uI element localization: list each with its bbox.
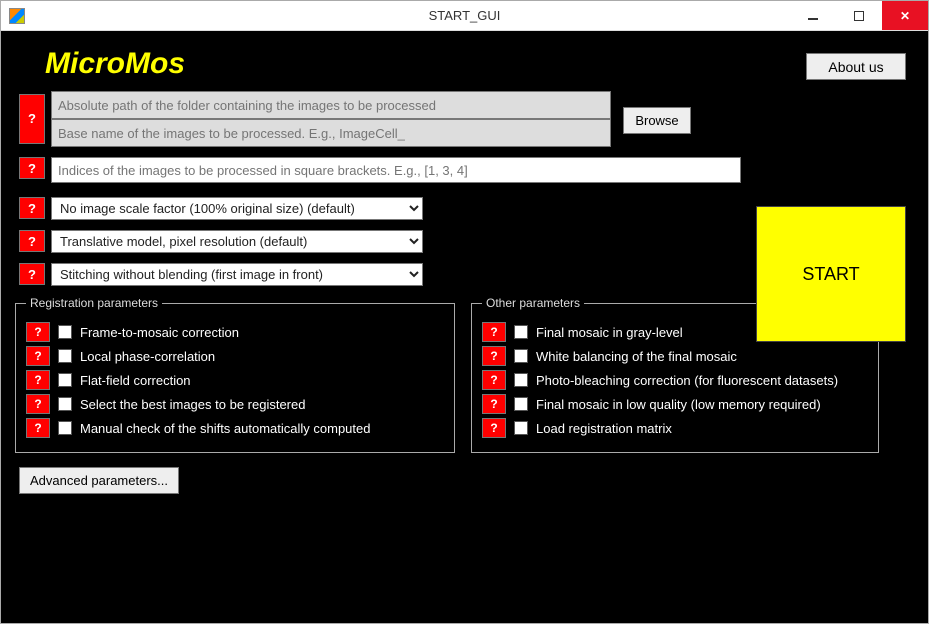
registration-group: Registration parameters ? Frame-to-mosai… [15, 296, 455, 453]
help-scale[interactable]: ? [19, 197, 45, 219]
window-title: START_GUI [429, 8, 501, 23]
other-legend: Other parameters [482, 296, 584, 310]
check-white-balance[interactable] [514, 349, 528, 363]
about-button[interactable]: About us [806, 53, 906, 80]
label-flatfield: Flat-field correction [80, 373, 191, 388]
minimize-button[interactable] [790, 1, 836, 30]
label-select-best: Select the best images to be registered [80, 397, 305, 412]
label-photobleach: Photo-bleaching correction (for fluoresc… [536, 373, 838, 388]
app-icon [9, 8, 25, 24]
help-reg-1[interactable]: ? [26, 346, 50, 366]
app-window: START_GUI ✕ MicroMos About us ? Browse ? [0, 0, 929, 624]
label-lowquality: Final mosaic in low quality (low memory … [536, 397, 821, 412]
check-select-best[interactable] [58, 397, 72, 411]
label-white-balance: White balancing of the final mosaic [536, 349, 737, 364]
help-reg-0[interactable]: ? [26, 322, 50, 342]
check-frame-to-mosaic[interactable] [58, 325, 72, 339]
help-other-1[interactable]: ? [482, 346, 506, 366]
maximize-button[interactable] [836, 1, 882, 30]
titlebar: START_GUI ✕ [1, 1, 928, 31]
label-gray: Final mosaic in gray-level [536, 325, 683, 340]
help-folder-basename[interactable]: ? [19, 94, 45, 144]
app-title: MicroMos [45, 47, 914, 81]
scale-select[interactable]: No image scale factor (100% original siz… [51, 197, 423, 220]
label-manual: Manual check of the shifts automatically… [80, 421, 370, 436]
help-reg-4[interactable]: ? [26, 418, 50, 438]
label-loadmatrix: Load registration matrix [536, 421, 672, 436]
check-lowquality[interactable] [514, 397, 528, 411]
check-photobleach[interactable] [514, 373, 528, 387]
model-select[interactable]: Translative model, pixel resolution (def… [51, 230, 423, 253]
help-reg-2[interactable]: ? [26, 370, 50, 390]
advanced-button[interactable]: Advanced parameters... [19, 467, 179, 494]
check-flatfield[interactable] [58, 373, 72, 387]
help-other-2[interactable]: ? [482, 370, 506, 390]
folder-input[interactable] [51, 91, 611, 119]
indices-input[interactable] [51, 157, 741, 183]
browse-button[interactable]: Browse [623, 107, 691, 134]
help-indices[interactable]: ? [19, 157, 45, 179]
stitch-select[interactable]: Stitching without blending (first image … [51, 263, 423, 286]
registration-legend: Registration parameters [26, 296, 162, 310]
work-area: MicroMos About us ? Browse ? ? No image … [1, 31, 928, 623]
basename-input[interactable] [51, 119, 611, 147]
window-controls: ✕ [790, 1, 928, 30]
label-local-phase: Local phase-correlation [80, 349, 215, 364]
help-other-0[interactable]: ? [482, 322, 506, 342]
help-model[interactable]: ? [19, 230, 45, 252]
close-button[interactable]: ✕ [882, 1, 928, 30]
check-manual[interactable] [58, 421, 72, 435]
start-button[interactable]: START [756, 206, 906, 342]
help-stitch[interactable]: ? [19, 263, 45, 285]
help-other-4[interactable]: ? [482, 418, 506, 438]
help-reg-3[interactable]: ? [26, 394, 50, 414]
check-gray[interactable] [514, 325, 528, 339]
help-other-3[interactable]: ? [482, 394, 506, 414]
label-frame-to-mosaic: Frame-to-mosaic correction [80, 325, 239, 340]
check-loadmatrix[interactable] [514, 421, 528, 435]
check-local-phase[interactable] [58, 349, 72, 363]
